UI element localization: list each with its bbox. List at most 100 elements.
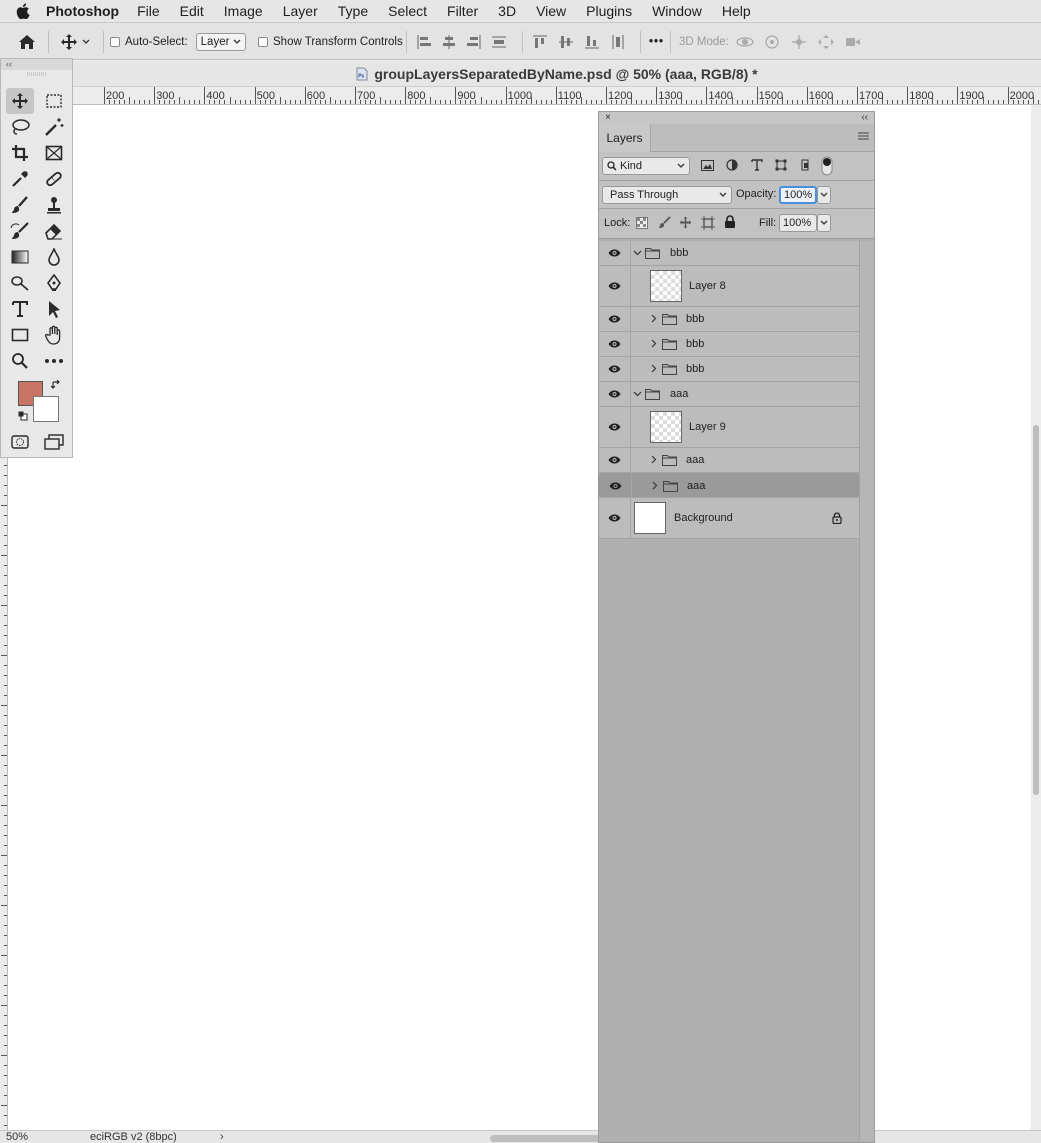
drag-3d-icon[interactable] xyxy=(790,34,808,50)
filter-adjustment-icon[interactable] xyxy=(726,159,738,171)
align-center-icon[interactable] xyxy=(441,34,457,50)
filter-shape-icon[interactable] xyxy=(775,159,787,171)
document-canvas[interactable] xyxy=(8,105,1031,1130)
swap-colors-icon[interactable] xyxy=(51,380,61,390)
auto-select-dropdown[interactable]: Layer xyxy=(195,32,247,51)
blur-tool-icon[interactable] xyxy=(40,244,68,270)
layer-name[interactable]: Layer 9 xyxy=(689,420,726,434)
distribute-icon[interactable] xyxy=(491,34,507,50)
slide-3d-icon[interactable] xyxy=(817,34,835,50)
clone-stamp-tool-icon[interactable] xyxy=(40,192,68,218)
default-colors-icon[interactable] xyxy=(18,411,28,421)
menu-type[interactable]: Type xyxy=(338,3,368,19)
horizontal-ruler[interactable]: 200 300 400 500 600 700 800 900 1000 1100 1200 1300… xyxy=(73,87,1041,105)
show-transform-checkbox[interactable] xyxy=(258,36,268,47)
screen-mode-icon[interactable] xyxy=(40,429,68,455)
menu-view[interactable]: View xyxy=(536,3,566,19)
align-left-icon[interactable] xyxy=(416,34,432,50)
visibility-eye-icon[interactable] xyxy=(608,365,621,373)
layer-row[interactable]: bbb xyxy=(599,332,859,357)
chevron-right-icon[interactable] xyxy=(649,364,658,373)
layer-thumbnail[interactable] xyxy=(650,411,682,443)
panel-grip[interactable] xyxy=(1,70,72,78)
layer-row-selected[interactable]: aaa xyxy=(599,473,859,498)
lock-pixels-icon[interactable] xyxy=(658,216,671,229)
horizontal-scrollbar-thumb[interactable] xyxy=(490,1135,600,1142)
filter-pixel-icon[interactable] xyxy=(701,160,714,171)
layer-row[interactable]: bbb xyxy=(599,307,859,332)
menu-edit[interactable]: Edit xyxy=(180,3,204,19)
menu-3d[interactable]: 3D xyxy=(498,3,516,19)
layer-row[interactable]: aaa xyxy=(599,448,859,473)
opacity-slider-toggle[interactable] xyxy=(817,186,831,204)
layer-thumbnail[interactable] xyxy=(634,502,666,534)
app-menu[interactable]: Photoshop xyxy=(46,3,119,19)
menu-image[interactable]: Image xyxy=(224,3,263,19)
menu-plugins[interactable]: Plugins xyxy=(586,3,632,19)
move-tool-icon[interactable] xyxy=(6,88,34,114)
eyedropper-tool-icon[interactable] xyxy=(6,166,34,192)
quick-mask-icon[interactable] xyxy=(6,429,34,455)
chevron-right-icon[interactable] xyxy=(650,481,659,490)
marquee-tool-icon[interactable] xyxy=(40,88,68,114)
pen-tool-icon[interactable] xyxy=(40,270,68,296)
layer-name[interactable]: Layer 8 xyxy=(689,279,726,293)
fill-slider-toggle[interactable] xyxy=(817,214,831,232)
layer-name[interactable]: bbb xyxy=(686,312,704,326)
tab-layers[interactable]: Layers xyxy=(599,124,651,152)
layer-row[interactable]: bbb xyxy=(599,357,859,382)
lock-artboard-icon[interactable] xyxy=(701,216,715,230)
scale-3d-icon[interactable] xyxy=(844,34,862,50)
visibility-eye-icon[interactable] xyxy=(608,390,621,398)
chevron-right-icon[interactable] xyxy=(649,455,658,464)
visibility-eye-icon[interactable] xyxy=(608,456,621,464)
lock-position-icon[interactable] xyxy=(679,216,692,229)
visibility-eye-icon[interactable] xyxy=(608,249,621,257)
chevron-right-icon[interactable] xyxy=(649,314,658,323)
scrollbar-thumb[interactable] xyxy=(1033,425,1039,795)
layer-row[interactable]: Layer 9 xyxy=(599,407,859,448)
align-right-icon[interactable] xyxy=(466,34,482,50)
layer-name[interactable]: bbb xyxy=(686,362,704,376)
gradient-tool-icon[interactable] xyxy=(6,244,34,270)
visibility-eye-icon[interactable] xyxy=(608,514,621,522)
canvas-vertical-scrollbar[interactable] xyxy=(1031,105,1041,1130)
chevron-down-icon[interactable] xyxy=(633,248,642,257)
distribute-vertical-icon[interactable] xyxy=(610,34,626,50)
chevron-down-icon[interactable] xyxy=(633,389,642,398)
blend-mode-dropdown[interactable]: Pass Through xyxy=(602,186,732,204)
background-color-swatch[interactable] xyxy=(33,396,59,422)
lock-transparent-icon[interactable] xyxy=(636,217,648,229)
menu-layer[interactable]: Layer xyxy=(283,3,318,19)
status-menu-arrow[interactable]: › xyxy=(220,1131,224,1143)
menu-file[interactable]: File xyxy=(137,3,160,19)
filter-type-icon[interactable] xyxy=(751,159,763,171)
healing-brush-tool-icon[interactable] xyxy=(40,166,68,192)
dodge-tool-icon[interactable] xyxy=(6,270,34,296)
filter-toggle-switch[interactable] xyxy=(821,156,833,176)
filter-kind-dropdown[interactable]: Kind xyxy=(602,157,690,175)
eraser-tool-icon[interactable] xyxy=(40,218,68,244)
layers-panel-close-button[interactable]: × xyxy=(605,112,611,124)
orbit-3d-icon[interactable] xyxy=(736,34,754,50)
rectangle-tool-icon[interactable] xyxy=(6,322,34,348)
layer-row[interactable]: Background xyxy=(599,498,859,539)
align-bottom-icon[interactable] xyxy=(584,34,600,50)
tools-collapse-button[interactable]: ‹‹ xyxy=(1,59,72,70)
magic-wand-tool-icon[interactable] xyxy=(40,114,68,140)
layer-name[interactable]: aaa xyxy=(686,453,704,467)
layer-row[interactable]: aaa xyxy=(599,382,859,407)
fill-input[interactable]: 100% xyxy=(779,214,817,232)
lock-all-icon[interactable] xyxy=(724,215,736,229)
layer-name[interactable]: bbb xyxy=(670,246,688,260)
path-selection-tool-icon[interactable] xyxy=(40,296,68,322)
lasso-tool-icon[interactable] xyxy=(6,114,34,140)
move-tool-preset[interactable] xyxy=(60,23,90,60)
layers-panel-collapse-button[interactable]: ‹‹ xyxy=(861,112,868,124)
lock-icon[interactable] xyxy=(832,512,842,524)
layers-scrollbar[interactable] xyxy=(859,241,874,1141)
align-middle-icon[interactable] xyxy=(558,34,574,50)
menu-window[interactable]: Window xyxy=(652,3,702,19)
layer-name[interactable]: aaa xyxy=(687,479,705,493)
edit-toolbar-icon[interactable] xyxy=(40,348,68,374)
